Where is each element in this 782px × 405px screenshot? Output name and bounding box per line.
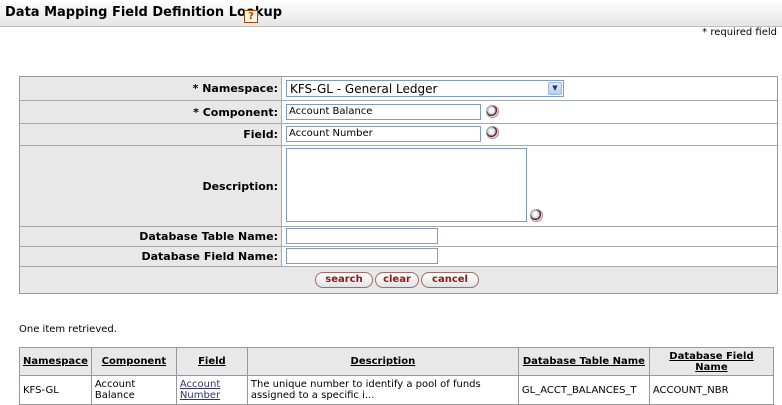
clear-button[interactable]: clear	[375, 272, 419, 288]
results-table: Namespace Component Field Description Da…	[19, 347, 775, 405]
table-row: KFS-GL Account Balance Account Number Th…	[19, 375, 775, 405]
db-table-row: Database Table Name:	[20, 227, 777, 247]
namespace-label: * Namespace:	[20, 77, 282, 100]
db-table-input[interactable]	[286, 228, 438, 244]
cell-db-field: ACCOUNT_NBR	[648, 375, 775, 405]
description-row: Description:	[20, 146, 777, 227]
column-header-db-table[interactable]: Database Table Name	[517, 347, 650, 376]
column-header-description[interactable]: Description	[246, 347, 519, 376]
db-table-label: Database Table Name:	[20, 227, 282, 246]
cell-component: Account Balance	[90, 375, 177, 405]
field-link[interactable]: Account Number	[180, 379, 220, 401]
description-label: Description:	[20, 146, 282, 226]
required-field-note: * required field	[702, 27, 777, 38]
search-button[interactable]: search	[315, 272, 373, 288]
description-lookup-magnifier-icon[interactable]	[530, 209, 543, 222]
namespace-selected-value: KFS-GL - General Ledger	[290, 82, 438, 96]
button-bar: search clear cancel	[20, 267, 777, 293]
db-field-row: Database Field Name:	[20, 247, 777, 267]
component-lookup-magnifier-icon[interactable]	[486, 105, 499, 118]
namespace-select[interactable]: KFS-GL - General Ledger ▼	[286, 80, 564, 97]
field-input[interactable]: Account Number	[286, 126, 481, 142]
namespace-row: * Namespace: KFS-GL - General Ledger ▼	[20, 77, 777, 101]
page-header: Data Mapping Field Definition Lookup ?	[0, 0, 782, 27]
db-field-input[interactable]	[286, 248, 438, 264]
cell-namespace: KFS-GL	[19, 375, 92, 405]
results-count: One item retrieved.	[19, 324, 117, 335]
cancel-button[interactable]: cancel	[421, 272, 479, 288]
cell-description: The unique number to identify a pool of …	[246, 375, 519, 405]
column-header-db-field[interactable]: Database Field Name	[648, 347, 775, 376]
component-label: * Component:	[20, 101, 282, 123]
column-header-field[interactable]: Field	[175, 347, 248, 376]
component-row: * Component: Account Balance	[20, 101, 777, 124]
cell-db-table: GL_ACCT_BALANCES_T	[517, 375, 650, 405]
column-header-component[interactable]: Component	[90, 347, 177, 376]
field-label: Field:	[20, 124, 282, 145]
page-title: Data Mapping Field Definition Lookup	[5, 5, 283, 20]
db-field-label: Database Field Name:	[20, 247, 282, 266]
field-row: Field: Account Number	[20, 124, 777, 146]
chevron-down-icon[interactable]: ▼	[548, 82, 562, 95]
description-textarea[interactable]	[286, 148, 527, 222]
column-header-namespace[interactable]: Namespace	[19, 347, 92, 376]
component-input[interactable]: Account Balance	[286, 104, 481, 120]
results-header-row: Namespace Component Field Description Da…	[19, 347, 775, 376]
cell-field: Account Number	[175, 375, 248, 405]
help-icon[interactable]: ?	[244, 10, 258, 23]
field-lookup-magnifier-icon[interactable]	[486, 126, 499, 139]
lookup-form: * Namespace: KFS-GL - General Ledger ▼ *…	[19, 76, 778, 294]
